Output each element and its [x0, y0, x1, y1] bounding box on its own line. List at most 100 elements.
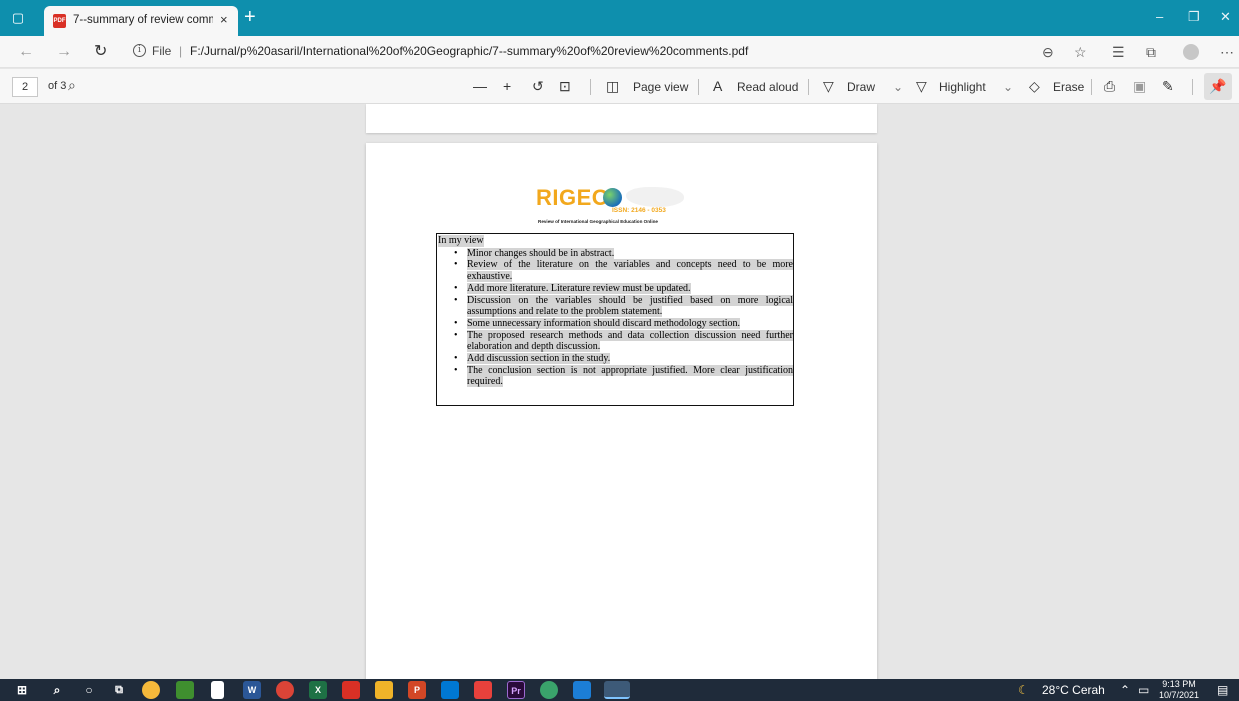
weather-status[interactable]: 28°C Cerah: [1042, 682, 1105, 698]
search-icon[interactable]: ⌕: [68, 77, 76, 94]
list-item: Add more literature. Literature review m…: [454, 282, 793, 295]
read-aloud-button[interactable]: Read aloud: [737, 78, 798, 96]
minimize-button[interactable]: –: [1156, 8, 1163, 26]
notifications-icon[interactable]: ▤: [1217, 682, 1228, 698]
review-comments-box: In my view Minor changes should be in ab…: [436, 233, 794, 406]
page-number-input[interactable]: 2: [12, 77, 38, 97]
url-field[interactable]: F:/Jurnal/p%20asaril/International%20of%…: [190, 44, 748, 58]
screenshot-app-icon[interactable]: [474, 681, 492, 699]
tab-actions-icon[interactable]: ▢: [8, 8, 28, 28]
rotate-icon[interactable]: ↺: [532, 77, 544, 95]
powerpoint-icon[interactable]: P: [408, 681, 426, 699]
fit-to-page-icon[interactable]: ⊡: [559, 77, 571, 95]
pin-toolbar-icon[interactable]: 📌: [1204, 73, 1232, 100]
highlight-button[interactable]: Highlight: [939, 78, 986, 96]
address-bar-row: ← → ↻ i File | F:/Jurnal/p%20asaril/Inte…: [0, 36, 1239, 68]
globe-icon: [603, 188, 622, 207]
list-item: Some unnecessary information should disc…: [454, 317, 793, 330]
task-view-icon[interactable]: ⧉: [110, 681, 128, 699]
logo-text: RIGEO: [536, 185, 610, 210]
green-app-icon[interactable]: [540, 681, 558, 699]
rigeo-logo: RIGEO ISSN: 2146 - 0353 Review of Intern…: [536, 185, 686, 229]
journal-subtitle: Review of International Geographical Edu…: [538, 219, 658, 224]
clock-time: 9:13 PM: [1162, 679, 1196, 689]
highlight-icon: ▽: [916, 78, 927, 94]
restore-button[interactable]: ❐: [1188, 8, 1200, 26]
page-view-icon: ◫: [606, 78, 620, 94]
tab-strip: ▢ PDF 7--summary of review comments.pdf …: [0, 0, 1239, 36]
save-icon[interactable]: ▣: [1133, 77, 1146, 95]
world-map-graphic: [626, 187, 684, 207]
network-icon[interactable]: ▭: [1138, 682, 1149, 698]
store-icon[interactable]: [441, 681, 459, 699]
favorites-icon[interactable]: ☰: [1112, 43, 1125, 61]
clock-date: 10/7/2021: [1159, 690, 1200, 700]
new-tab-button[interactable]: +: [244, 6, 256, 28]
eraser-icon: ◇: [1029, 78, 1040, 94]
pdf-page-2: RIGEO ISSN: 2146 - 0353 Review of Intern…: [366, 143, 877, 679]
highlight-dropdown-chevron-icon[interactable]: ⌄: [1003, 78, 1013, 96]
zoom-in-button[interactable]: +: [503, 77, 511, 95]
forward-arrow-icon[interactable]: →: [56, 42, 72, 62]
chrome-icon[interactable]: [276, 681, 294, 699]
word-icon[interactable]: W: [243, 681, 261, 699]
page-count-label: of 3: [48, 80, 67, 92]
draw-dropdown-chevron-icon[interactable]: ⌄: [893, 78, 903, 96]
collections-icon[interactable]: ⧉: [1146, 43, 1156, 61]
pdf-viewer[interactable]: RIGEO ISSN: 2146 - 0353 Review of Intern…: [0, 104, 1239, 679]
list-item: Add discussion section in the study.: [454, 353, 793, 365]
list-item: Review of the literature on the variable…: [454, 259, 793, 283]
notepad-icon[interactable]: [211, 681, 224, 699]
back-arrow-icon[interactable]: ←: [18, 42, 34, 62]
toolbar-divider: [1192, 79, 1193, 95]
system-clock[interactable]: 9:13 PM 10/7/2021: [1159, 679, 1199, 701]
add-favorite-icon[interactable]: ☆: [1074, 43, 1087, 61]
file-scheme-label: File: [152, 44, 172, 58]
show-hidden-icons-chevron-icon[interactable]: ⌃: [1120, 682, 1130, 698]
pdf-page-1: [366, 104, 877, 133]
draw-button[interactable]: Draw: [847, 78, 875, 96]
zoom-out-button[interactable]: —: [473, 77, 487, 95]
list-item: The proposed research methods and data c…: [454, 329, 793, 353]
tab-title: 7--summary of review comments.pdf: [73, 14, 213, 26]
excel-icon[interactable]: X: [309, 681, 327, 699]
refresh-icon[interactable]: ↻: [94, 42, 107, 62]
comments-list: Minor changes should be in abstract. Rev…: [454, 247, 793, 388]
start-windows-icon[interactable]: ⊞: [13, 681, 31, 699]
premiere-icon[interactable]: Pr: [507, 681, 525, 699]
draw-icon: ▽: [823, 78, 834, 94]
cortana-icon[interactable]: ○: [80, 681, 98, 699]
list-item: Minor changes should be in abstract.: [454, 247, 793, 260]
save-as-icon[interactable]: ✎: [1162, 77, 1174, 95]
tab-active[interactable]: PDF 7--summary of review comments.pdf ×: [44, 6, 238, 36]
site-info-icon[interactable]: i: [133, 44, 146, 57]
nvidia-icon[interactable]: [176, 681, 194, 699]
toolbar-divider: [808, 79, 809, 95]
weather-moon-icon: ☾: [1018, 683, 1029, 697]
edge-icon[interactable]: [604, 681, 630, 699]
toolbar-divider: [590, 79, 591, 95]
profile-avatar[interactable]: [1183, 44, 1199, 60]
pdf-toolbar: 2 of 3 ⌕ — + ↺ ⊡ ◫ Page view A Read alou…: [0, 69, 1239, 104]
toolbar-divider: [698, 79, 699, 95]
address-divider: |: [179, 44, 183, 58]
issn-text: ISSN: 2146 - 0353: [612, 207, 666, 214]
read-aloud-icon: A: [713, 78, 723, 94]
taskbar: ⊞ ⌕ ○ ⧉ W X P Pr ☾ 28°C Cerah ⌃ ▭ 9:13 P…: [0, 679, 1239, 701]
more-options-icon[interactable]: ⋯: [1220, 43, 1234, 61]
zoom-icon[interactable]: ⊖: [1042, 43, 1054, 61]
tab-close-icon[interactable]: ×: [220, 12, 228, 27]
list-item: The conclusion section is not appropriat…: [454, 364, 793, 388]
page-view-button[interactable]: Page view: [633, 78, 688, 96]
comments-intro: In my view: [438, 235, 484, 247]
photos-icon[interactable]: [573, 681, 591, 699]
close-window-button[interactable]: ✕: [1220, 8, 1231, 26]
acrobat-icon[interactable]: [342, 681, 360, 699]
print-icon[interactable]: ⎙: [1104, 77, 1115, 95]
search-icon[interactable]: ⌕: [48, 681, 66, 699]
weather-app-icon[interactable]: [142, 681, 160, 699]
file-explorer-icon[interactable]: [375, 681, 393, 699]
toolbar-divider: [1091, 79, 1092, 95]
erase-button[interactable]: Erase: [1053, 78, 1084, 96]
list-item: Discussion on the variables should be ju…: [454, 294, 793, 318]
